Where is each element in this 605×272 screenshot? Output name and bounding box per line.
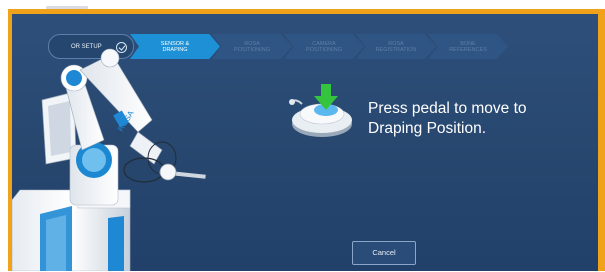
rosa-robot-illustration: ROSA <box>12 48 206 271</box>
step-rosa-registration[interactable]: ROSA REGISTRATION <box>356 34 436 59</box>
instruction-line1: Press pedal to move to <box>368 100 527 117</box>
step-label: ROSA REGISTRATION <box>375 40 417 53</box>
foot-pedal-icon <box>289 84 352 137</box>
step-label: ROSA POSITIONING <box>233 40 271 53</box>
step-bone-references[interactable]: BONE REFERENCES <box>428 34 508 59</box>
step-label: BONE REFERENCES <box>449 40 487 53</box>
instruction-text: Press pedal to move to Draping Position. <box>368 99 583 139</box>
top-strip <box>0 0 605 8</box>
step-camera-positioning[interactable]: CAMERA POSITIONING <box>284 34 364 59</box>
side-rail <box>598 9 605 271</box>
instruction-line2: Draping Position. <box>368 120 487 137</box>
cancel-button[interactable]: Cancel <box>352 241 416 265</box>
step-label: CAMERA POSITIONING <box>305 40 343 53</box>
